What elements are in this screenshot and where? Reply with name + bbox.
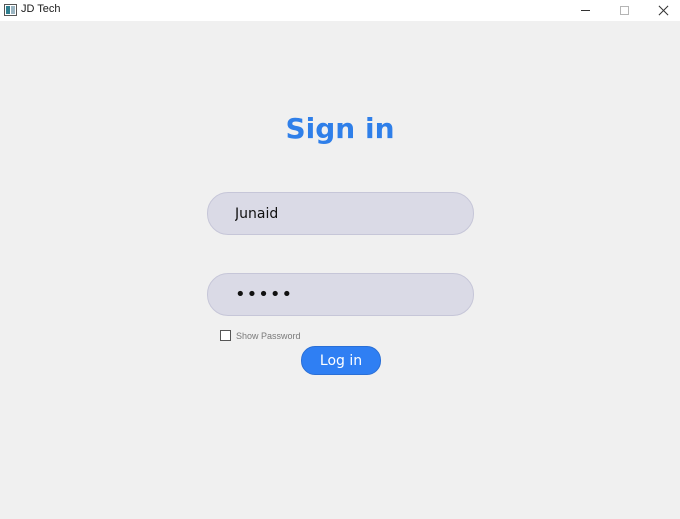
app-icon	[4, 4, 17, 16]
show-password-toggle[interactable]: Show Password	[220, 330, 301, 341]
maximize-icon	[620, 6, 629, 15]
minimize-icon	[581, 10, 590, 11]
close-button[interactable]	[644, 0, 680, 21]
minimize-button[interactable]	[566, 0, 605, 21]
password-field[interactable]	[207, 273, 474, 316]
maximize-button[interactable]	[605, 0, 644, 21]
show-password-label[interactable]: Show Password	[236, 331, 301, 341]
close-icon	[658, 5, 669, 16]
title-bar[interactable]: JD Tech	[0, 0, 680, 21]
username-field[interactable]	[207, 192, 474, 235]
sign-in-heading: Sign in	[285, 112, 395, 145]
app-window: JD Tech Sign in Show Password Log in	[0, 0, 680, 519]
window-title: JD Tech	[21, 3, 61, 15]
login-button[interactable]: Log in	[301, 346, 381, 375]
show-password-checkbox[interactable]	[220, 330, 231, 341]
